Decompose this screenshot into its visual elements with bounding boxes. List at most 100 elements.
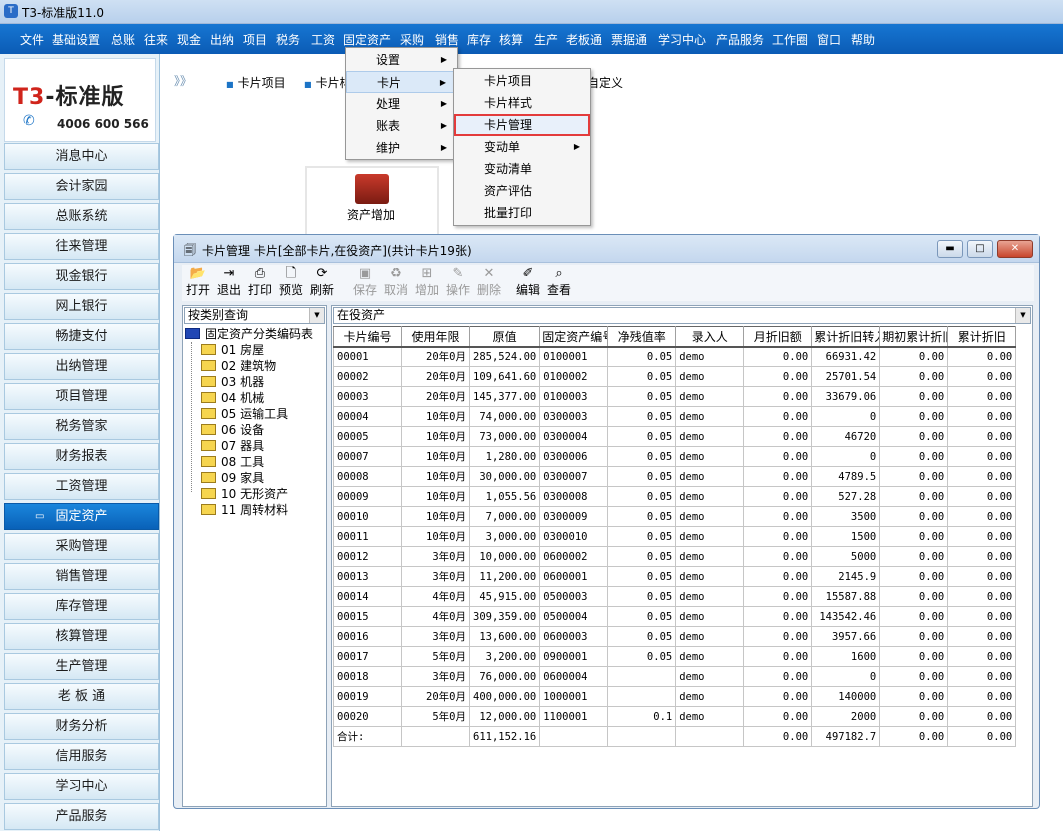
sidebar-item-19[interactable]: 财务分析 xyxy=(4,713,159,740)
table-cell[interactable]: 0.00 xyxy=(879,686,949,707)
tab-custom[interactable]: 自定义 xyxy=(587,74,623,91)
toolbar-cancel-button[interactable]: ♻ 取消 xyxy=(380,265,412,297)
table-cell[interactable]: 3500 xyxy=(811,506,881,527)
table-cell[interactable]: 0.05 xyxy=(607,486,677,507)
table-cell[interactable]: 0.00 xyxy=(743,626,813,647)
table-cell[interactable]: demo xyxy=(675,606,745,627)
table-cell[interactable]: demo xyxy=(675,386,745,407)
sidebar-item-14[interactable]: 销售管理 xyxy=(4,563,159,590)
table-cell[interactable]: 10年0月 xyxy=(401,466,470,487)
sidebar-item-18[interactable]: 老 板 通 xyxy=(4,683,159,710)
table-cell[interactable]: 0.05 xyxy=(607,586,677,607)
table-cell[interactable]: 527.28 xyxy=(811,486,881,507)
menu-4[interactable]: 现金 xyxy=(177,31,201,48)
table-row[interactable]: 00017 5年0月 3,200.00 0900001 0.05 demo 0.00 1600… xyxy=(333,646,1017,667)
table-cell[interactable]: 0.00 xyxy=(947,346,1017,367)
table-cell[interactable]: 2000 xyxy=(811,706,881,727)
table-cell[interactable]: 0.05 xyxy=(607,446,677,467)
table-cell[interactable]: 0.05 xyxy=(607,506,677,527)
table-cell[interactable]: 143542.46 xyxy=(811,606,881,627)
table-cell[interactable]: 0.00 xyxy=(743,726,813,747)
menu-0[interactable]: 文件 xyxy=(20,31,44,48)
toolbar-preview-button[interactable]: 🗋 预览 xyxy=(275,265,307,297)
table-cell[interactable]: 0600004 xyxy=(539,666,609,687)
table-cell[interactable]: 00001 xyxy=(333,346,402,367)
table-cell[interactable]: demo xyxy=(675,626,745,647)
table-cell[interactable]: 0.00 xyxy=(879,426,949,447)
close-button[interactable]: ✕ xyxy=(997,240,1033,258)
card-menu-item-6[interactable]: 批量打印 xyxy=(454,202,590,224)
minimize-button[interactable]: ▬ xyxy=(937,240,963,258)
table-cell[interactable]: 73,000.00 xyxy=(468,426,541,447)
table-cell[interactable] xyxy=(675,726,745,747)
card-menu-item-4[interactable]: 变动清单 xyxy=(454,158,590,180)
table-cell[interactable] xyxy=(607,666,677,687)
sidebar-item-6[interactable]: 畅捷支付 xyxy=(4,323,159,350)
tree-node-3[interactable]: 04 机械 xyxy=(201,390,264,406)
table-cell[interactable]: 0.05 xyxy=(607,426,677,447)
toolbar-print-button[interactable]: ⎙ 打印 xyxy=(244,265,276,297)
table-cell[interactable]: 0.05 xyxy=(607,346,677,367)
menu-17[interactable]: 学习中心 xyxy=(658,31,706,48)
table-row[interactable]: 00018 3年0月 76,000.00 0600004 demo 0.00 0 0.00 0.… xyxy=(333,666,1017,687)
card-menu-item-2[interactable]: 卡片管理 xyxy=(454,114,590,136)
table-cell[interactable]: demo xyxy=(675,466,745,487)
table-cell[interactable]: 0.00 xyxy=(947,546,1017,567)
table-cell[interactable]: demo xyxy=(675,406,745,427)
menu-14[interactable]: 生产 xyxy=(534,31,558,48)
table-cell[interactable]: 0.00 xyxy=(743,686,813,707)
table-cell[interactable]: 00017 xyxy=(333,646,402,667)
table-cell[interactable]: 10年0月 xyxy=(401,406,470,427)
fa-menu-item-3[interactable]: 账表 ▶ xyxy=(346,115,457,137)
table-cell[interactable]: 0.00 xyxy=(879,646,949,667)
table-cell[interactable]: 00008 xyxy=(333,466,402,487)
sidebar-item-8[interactable]: 项目管理 xyxy=(4,383,159,410)
table-cell[interactable]: 0300003 xyxy=(539,406,609,427)
toolbar-exit-button[interactable]: ⇥ 退出 xyxy=(213,265,245,297)
table-cell[interactable]: 3年0月 xyxy=(401,626,470,647)
toolbar-refresh-button[interactable]: ⟳ 刷新 xyxy=(306,265,338,297)
table-cell[interactable]: 00020 xyxy=(333,706,402,727)
table-cell[interactable]: 20年0月 xyxy=(401,346,470,367)
sidebar-item-3[interactable]: 往来管理 xyxy=(4,233,159,260)
table-cell[interactable]: 5000 xyxy=(811,546,881,567)
table-cell[interactable]: 611,152.16 xyxy=(468,726,541,747)
table-cell[interactable]: 0600001 xyxy=(539,566,609,587)
table-cell[interactable]: 0.00 xyxy=(879,726,949,747)
table-cell[interactable]: 25701.54 xyxy=(811,366,881,387)
table-cell[interactable]: 0.05 xyxy=(607,646,677,667)
table-cell[interactable]: 0.00 xyxy=(743,706,813,727)
toolbar-save-button[interactable]: ▣ 保存 xyxy=(349,265,381,297)
table-cell[interactable]: 0.00 xyxy=(879,706,949,727)
table-cell[interactable]: 20年0月 xyxy=(401,366,470,387)
table-cell[interactable]: 0.05 xyxy=(607,606,677,627)
sidebar-item-0[interactable]: 消息中心 xyxy=(4,143,159,170)
table-cell[interactable]: 0.00 xyxy=(879,546,949,567)
table-row[interactable]: 00010 10年0月 7,000.00 0300009 0.05 demo 0.00 350… xyxy=(333,506,1017,527)
menu-15[interactable]: 老板通 xyxy=(566,31,602,48)
table-cell[interactable]: 0300007 xyxy=(539,466,609,487)
table-row[interactable]: 00020 5年0月 12,000.00 1100001 0.1 demo 0.00 2000… xyxy=(333,706,1017,727)
table-cell[interactable]: demo xyxy=(675,506,745,527)
fa-menu-item-0[interactable]: 设置 ▶ xyxy=(346,49,457,71)
sidebar-item-22[interactable]: 产品服务 xyxy=(4,803,159,830)
table-cell[interactable]: 30,000.00 xyxy=(468,466,541,487)
table-cell[interactable]: 0.00 xyxy=(743,366,813,387)
table-cell[interactable]: demo xyxy=(675,546,745,567)
card-menu-item-3[interactable]: 变动单 ▶ xyxy=(454,136,590,158)
table-cell[interactable]: 0.00 xyxy=(947,626,1017,647)
table-cell[interactable]: 0300009 xyxy=(539,506,609,527)
table-cell[interactable]: 1,280.00 xyxy=(468,446,541,467)
table-cell[interactable]: 140000 xyxy=(811,686,881,707)
table-cell[interactable]: 3,000.00 xyxy=(468,526,541,547)
sidebar-item-20[interactable]: 信用服务 xyxy=(4,743,159,770)
table-cell[interactable]: 0.00 xyxy=(947,446,1017,467)
table-cell[interactable]: 0.00 xyxy=(879,386,949,407)
table-cell[interactable]: 0100001 xyxy=(539,346,609,367)
menu-3[interactable]: 往来 xyxy=(144,31,168,48)
table-cell[interactable]: 00002 xyxy=(333,366,402,387)
menu-12[interactable]: 库存 xyxy=(467,31,491,48)
tabs-expand-icon[interactable]: 》》 xyxy=(174,72,192,89)
table-cell[interactable]: 0.00 xyxy=(879,586,949,607)
tree-node-8[interactable]: 09 家具 xyxy=(201,470,264,486)
